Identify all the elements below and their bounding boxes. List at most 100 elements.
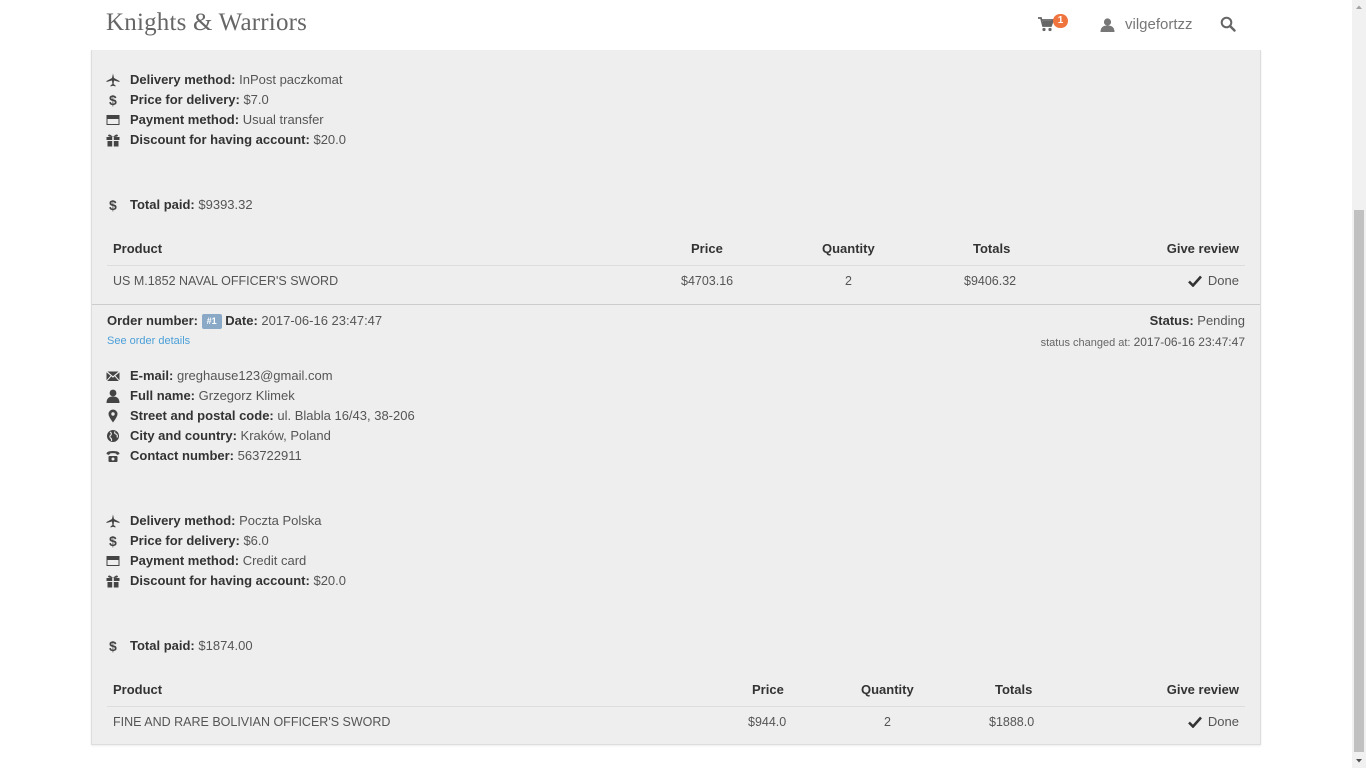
col-product: Product [113,241,163,256]
dollar-icon: $ [109,534,117,548]
total-paid-value: $9393.32 [198,197,253,212]
status-changed-line: status changed at: 2017-06-16 23:47:47 [1041,335,1245,349]
check-icon [1188,275,1202,287]
dollar-icon: $ [109,639,117,653]
delivery-method-label: Delivery method: [130,72,236,87]
delivery-price-label: Price for delivery: [130,533,240,548]
page-scrollbar[interactable] [1352,0,1366,768]
product-name[interactable]: FINE AND RARE BOLIVIAN OFFICER'S SWORD [113,715,390,729]
discount-label: Discount for having account: [130,573,310,588]
delivery-price-value: $6.0 [243,533,269,548]
search-icon [1220,16,1236,32]
total-paid-value: $1874.00 [198,638,253,653]
shopping-cart-icon [1038,17,1054,32]
gift-icon [106,134,120,147]
col-quantity: Quantity [822,241,875,256]
product-price: $944.0 [748,715,787,729]
email-value: greghause123@gmail.com [176,368,333,383]
contact-label: Contact number: [130,448,234,463]
svg-text:$: $ [109,93,117,107]
scroll-up-button[interactable] [1352,0,1366,14]
col-price: Price [752,682,784,697]
navbar: Knights & Warriors 1 vilgefortzz [0,0,1352,50]
username: vilgefortzz [1125,16,1193,33]
status-label: Status: [1149,313,1194,328]
status-changed-value: 2017-06-16 23:47:47 [1133,335,1245,349]
order-card: Delivery method: InPost paczkomat $ Pric… [92,50,1260,304]
payment-method-value: Credit card [242,553,307,568]
order-date-label: Date: [225,313,258,328]
col-quantity: Quantity [861,682,914,697]
col-totals: Totals [973,241,1011,256]
table-header: Product Price Quantity Totals Give revie… [107,676,1245,707]
user-icon [106,389,120,403]
contact-value: 563722911 [237,448,302,463]
table-row: FINE AND RARE BOLIVIAN OFFICER'S SWORD $… [107,707,1245,737]
scrollbar-thumb[interactable] [1354,210,1364,752]
credit-card-icon [106,115,120,125]
review-done-label: Done [1207,273,1239,288]
search-button[interactable] [1220,16,1238,34]
scroll-down-arrow-icon [1356,759,1362,763]
review-status: Done [1188,273,1239,288]
col-product: Product [113,682,163,697]
dollar-icon: $ [109,198,117,212]
full-name-value: Grzegorz Klimek [198,388,295,403]
product-totals: $9406.32 [964,274,1017,288]
product-name[interactable]: US M.1852 NAVAL OFFICER'S SWORD [113,274,338,288]
cart-count-badge: 1 [1053,14,1068,28]
street-value: ul. Blabla 16/43, 38-206 [277,408,415,423]
order-number-badge: #1 [201,314,222,329]
table-row: US M.1852 NAVAL OFFICER'S SWORD $4703.16… [107,266,1245,296]
order-card: Order number: #1 Date: 2017-06-16 23:47:… [92,305,1260,744]
order-number-line: Order number: #1 Date: 2017-06-16 23:47:… [107,311,382,331]
email-label: E-mail: [130,368,174,383]
orders-panel: Delivery method: InPost paczkomat $ Pric… [91,50,1261,745]
svg-text:$: $ [109,639,117,653]
svg-text:$: $ [109,534,117,548]
product-price: $4703.16 [681,274,734,288]
total-paid-label: Total paid: [130,638,195,653]
order-status: Status: Pending [1150,311,1245,331]
product-quantity: 2 [845,274,852,288]
map-marker-icon [108,409,118,423]
full-name-label: Full name: [130,388,196,403]
discount-value: $20.0 [313,573,347,588]
street-label: Street and postal code: [130,408,274,423]
table-header: Product Price Quantity Totals Give revie… [107,235,1245,266]
brand-logo[interactable]: Knights & Warriors [106,9,307,37]
product-quantity: 2 [884,715,891,729]
order-date: 2017-06-16 23:47:47 [261,313,383,328]
payment-method-label: Payment method: [130,553,240,568]
review-done-label: Done [1207,714,1239,729]
col-give-review: Give review [1166,241,1239,256]
col-give-review: Give review [1166,682,1239,697]
svg-text:$: $ [109,198,117,212]
globe-icon [107,430,119,442]
status-value: Pending [1197,313,1245,328]
order-number-label: Order number: [107,313,199,328]
payment-method-value: Usual transfer [242,112,324,127]
delivery-method-label: Delivery method: [130,513,236,528]
discount-value: $20.0 [313,132,347,147]
col-price: Price [691,241,723,256]
scroll-down-button[interactable] [1352,754,1366,768]
plane-icon [106,73,120,87]
product-totals: $1888.0 [989,715,1035,729]
dollar-icon: $ [109,93,117,107]
delivery-method-value: Poczta Polska [239,513,322,528]
delivery-method-value: InPost paczkomat [239,72,343,87]
check-icon [1188,716,1202,728]
phone-icon [106,451,120,462]
see-order-details-link[interactable]: See order details [107,335,190,347]
payment-method-label: Payment method: [130,112,240,127]
cart-button[interactable]: 1 [1036,14,1076,36]
city-label: City and country: [130,428,237,443]
envelope-icon [106,371,120,382]
gift-icon [106,575,120,588]
discount-label: Discount for having account: [130,132,310,147]
col-totals: Totals [995,682,1033,697]
user-icon [1100,18,1115,32]
total-paid-label: Total paid: [130,197,195,212]
plane-icon [106,514,120,528]
